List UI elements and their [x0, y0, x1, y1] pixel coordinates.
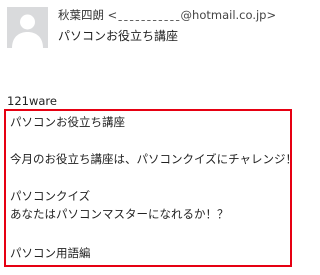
body-line-4: あなたはパソコンマスターになれるか！？: [10, 207, 229, 221]
body-from-line: 121ware: [7, 94, 57, 108]
sender-name: 秋葉四朗: [58, 8, 104, 22]
sender-avatar-icon: [7, 7, 48, 48]
sender-address[interactable]: <ˍˍˍˍˍˍˍˍˍˍˍ@hotmail.co.jp>: [108, 8, 276, 22]
body-line-1: パソコンお役立ち講座: [10, 115, 125, 129]
email-subject: パソコンお役立ち講座: [58, 29, 179, 43]
body-line-5: パソコン用語編: [10, 246, 91, 260]
body-line-3: パソコンクイズ: [10, 189, 91, 203]
sender-line: 秋葉四朗 <ˍˍˍˍˍˍˍˍˍˍˍ@hotmail.co.jp>: [58, 7, 276, 23]
body-line-2: 今月のお役立ち講座は、パソコンクイズにチャレンジ！: [10, 152, 298, 166]
